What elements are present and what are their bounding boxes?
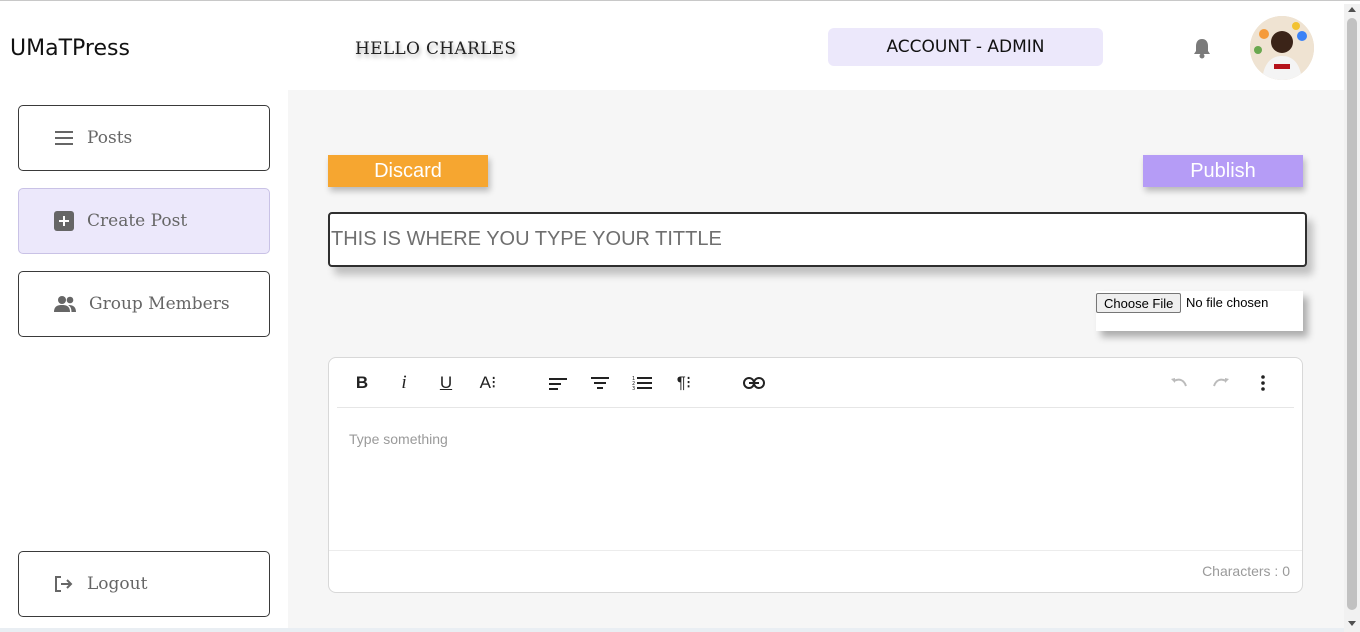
font-size-button[interactable]: A⁝ (475, 370, 501, 396)
character-count: Characters : 0 (1202, 563, 1290, 579)
sidebar-item-group-members[interactable]: Group Members (18, 271, 270, 337)
top-header: UMaTPress HELLO CHARLES ACCOUNT - ADMIN (0, 4, 1344, 90)
svg-text:3: 3 (632, 386, 635, 391)
menu-icon (53, 127, 75, 149)
align-left-icon[interactable] (545, 370, 571, 396)
user-avatar[interactable] (1250, 16, 1314, 80)
sidebar-item-label: Create Post (87, 211, 188, 231)
redo-icon[interactable] (1208, 370, 1234, 396)
align-center-icon[interactable] (587, 370, 613, 396)
users-icon (53, 293, 77, 315)
app-logo[interactable]: UMaTPress (10, 36, 130, 61)
logout-icon (53, 573, 75, 595)
link-icon[interactable] (741, 370, 767, 396)
publish-button[interactable]: Publish (1143, 155, 1303, 187)
sidebar-item-posts[interactable]: Posts (18, 105, 270, 171)
paragraph-button[interactable]: ¶⁝ (671, 370, 697, 396)
bold-button[interactable]: B (349, 370, 375, 396)
file-status-text: No file chosen (1186, 295, 1269, 310)
ordered-list-icon[interactable]: 123 (629, 370, 655, 396)
editor-body[interactable]: Type something (349, 431, 448, 447)
main-content: Discard Publish Choose File No file chos… (288, 90, 1344, 632)
scroll-down-arrow-icon[interactable] (1348, 621, 1356, 626)
bell-icon[interactable] (1192, 37, 1212, 59)
editor-toolbar: B i U A⁝ 123 ¶⁝ (337, 358, 1294, 408)
page-scrollbar[interactable] (1344, 4, 1360, 632)
discard-button[interactable]: Discard (328, 155, 488, 187)
post-title-input[interactable] (328, 212, 1307, 267)
sidebar: Posts Create Post Group Members Logout (0, 90, 288, 632)
bottom-strip (0, 628, 1344, 632)
scroll-up-arrow-icon[interactable] (1348, 7, 1356, 12)
sidebar-item-label: Group Members (89, 294, 230, 314)
greeting-text: HELLO CHARLES (355, 39, 517, 59)
undo-icon[interactable] (1166, 370, 1192, 396)
more-options-icon[interactable] (1250, 370, 1276, 396)
sidebar-item-create-post[interactable]: Create Post (18, 188, 270, 254)
logout-button[interactable]: Logout (18, 551, 270, 617)
scrollbar-thumb[interactable] (1347, 18, 1357, 610)
editor-footer: Characters : 0 (329, 550, 1302, 592)
logout-label: Logout (87, 574, 148, 594)
choose-file-button[interactable]: Choose File (1096, 293, 1182, 313)
underline-button[interactable]: U (433, 370, 459, 396)
italic-button[interactable]: i (391, 370, 417, 396)
rich-text-editor: B i U A⁝ 123 ¶⁝ Type something Character… (328, 357, 1303, 593)
account-role-badge[interactable]: ACCOUNT - ADMIN (828, 28, 1103, 66)
file-upload: Choose File No file chosen (1096, 291, 1303, 331)
plus-square-icon (53, 210, 75, 232)
sidebar-item-label: Posts (87, 128, 133, 148)
